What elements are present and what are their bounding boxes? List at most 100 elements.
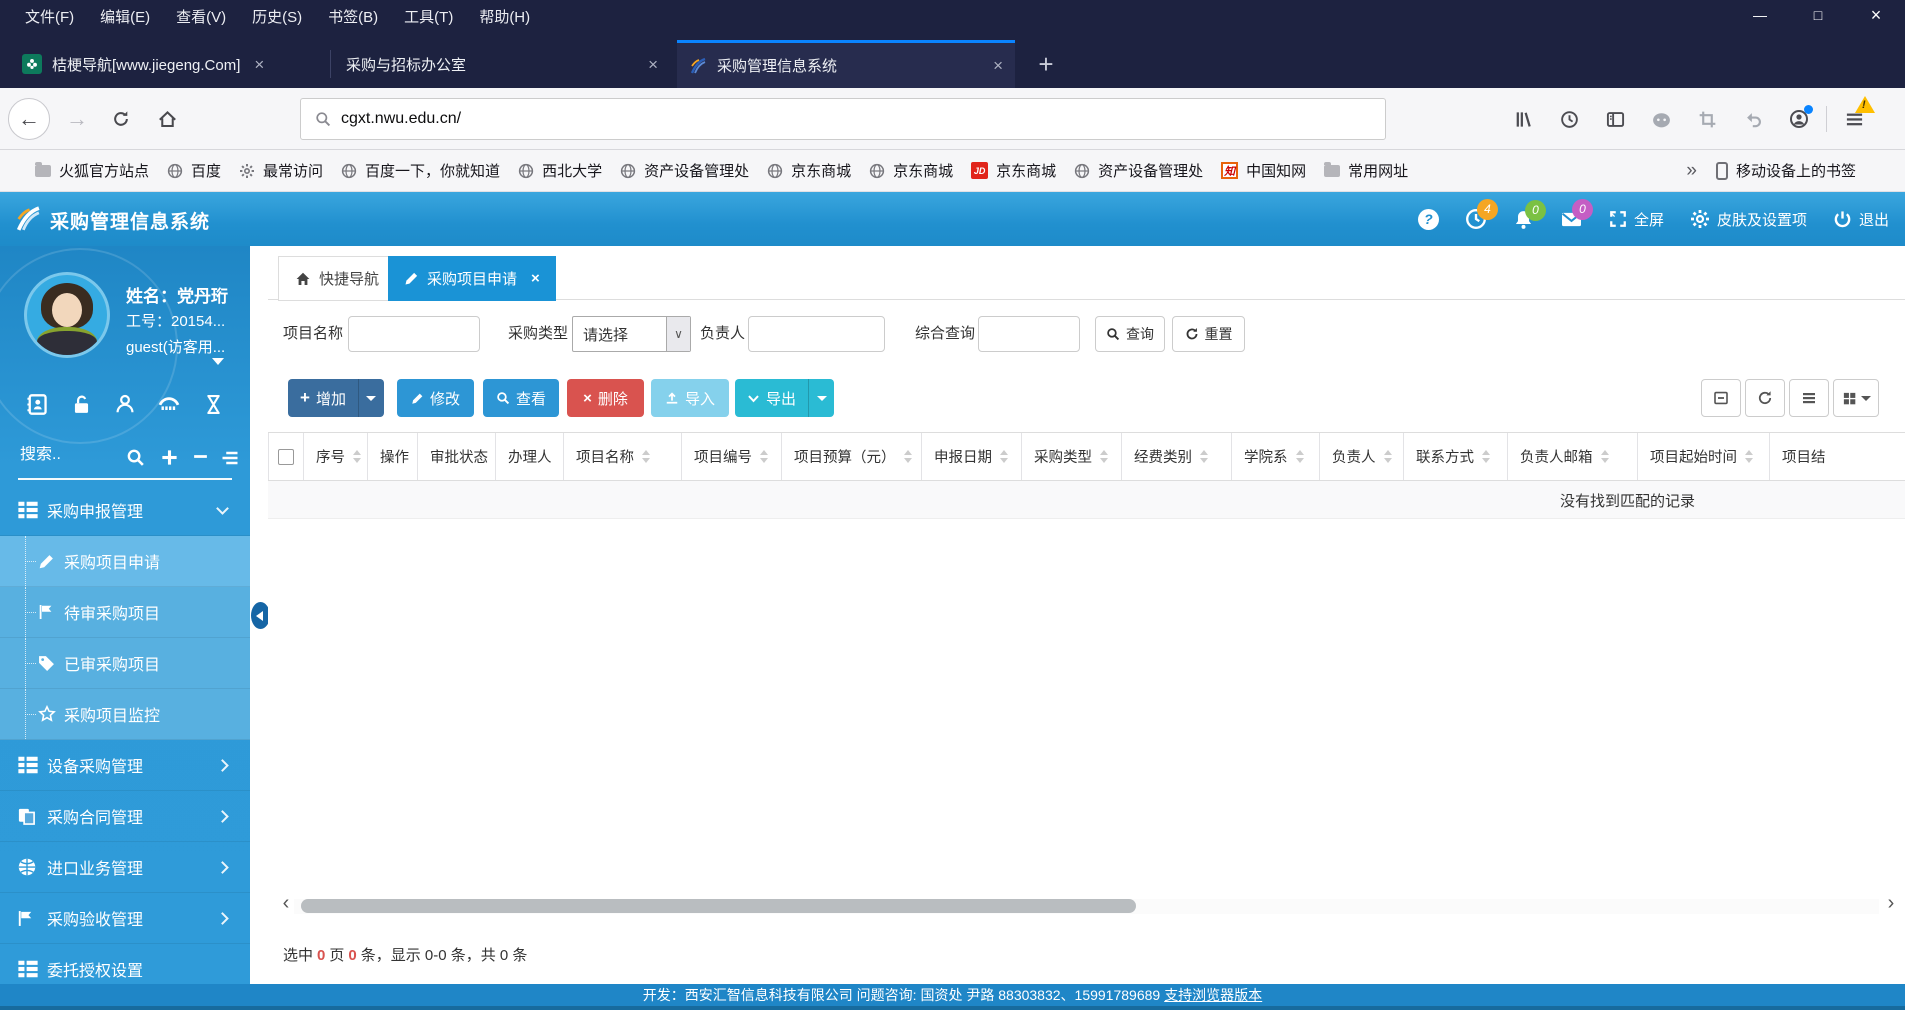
column-header[interactable]: 序号 bbox=[304, 433, 368, 480]
sort-icon[interactable] bbox=[353, 450, 361, 463]
sidebar-search-input[interactable] bbox=[20, 446, 116, 464]
url-bar[interactable] bbox=[300, 98, 1386, 140]
unlock-icon[interactable] bbox=[71, 392, 92, 416]
bookmark-item[interactable]: 西北大学 bbox=[509, 160, 611, 181]
edit-button[interactable]: 修改 bbox=[397, 379, 474, 417]
scroll-right-icon[interactable]: › bbox=[1881, 892, 1901, 915]
sort-icon[interactable] bbox=[1601, 450, 1609, 463]
column-header[interactable]: 负责人邮箱 bbox=[1508, 433, 1638, 480]
browser-tab-jiegeng[interactable]: 桔梗导航[www.jiegeng.Com] × bbox=[10, 40, 322, 88]
tab-quick-nav[interactable]: 快捷导航 bbox=[278, 256, 396, 301]
query-button[interactable]: 查询 bbox=[1095, 316, 1165, 352]
sort-icon[interactable] bbox=[1482, 450, 1490, 463]
home-button[interactable] bbox=[146, 98, 188, 140]
sort-icon[interactable] bbox=[760, 450, 768, 463]
window-minimize-button[interactable]: — bbox=[1731, 0, 1789, 32]
expand-all-icon[interactable] bbox=[160, 448, 179, 467]
sort-icon[interactable] bbox=[1296, 450, 1304, 463]
new-tab-button[interactable]: + bbox=[1028, 46, 1064, 82]
notifications-button[interactable]: 0 bbox=[1513, 209, 1534, 230]
avatar[interactable] bbox=[24, 272, 110, 358]
export-dropdown-button[interactable] bbox=[808, 379, 834, 417]
bookmarks-overflow-chevron[interactable]: » bbox=[1676, 160, 1707, 182]
sort-icon[interactable] bbox=[1384, 450, 1392, 463]
bookmark-item-mobile[interactable]: 移动设备上的书签 bbox=[1707, 160, 1865, 181]
add-button[interactable]: +增加 bbox=[288, 379, 358, 417]
menu-help[interactable]: 帮助(H) bbox=[466, 0, 543, 32]
sidebar-item-shebeicaigou[interactable]: 设备采购管理 bbox=[0, 740, 250, 791]
tab-close-icon[interactable]: × bbox=[531, 270, 540, 287]
sort-icon[interactable] bbox=[1200, 450, 1208, 463]
menu-history[interactable]: 历史(S) bbox=[239, 0, 315, 32]
bookmark-item[interactable]: 百度 bbox=[158, 160, 230, 181]
window-maximize-button[interactable]: □ bbox=[1789, 0, 1847, 32]
hourglass-icon[interactable] bbox=[203, 392, 224, 416]
column-header[interactable]: 项目结 bbox=[1770, 433, 1905, 480]
tab-close-icon[interactable]: × bbox=[648, 56, 658, 73]
sidebar-item-xiangmushenqing[interactable]: 采购项目申请 bbox=[0, 536, 250, 587]
reload-button[interactable] bbox=[100, 98, 142, 140]
chat-icon[interactable] bbox=[1638, 98, 1684, 140]
purchase-type-select[interactable]: 请选择 ∨ bbox=[572, 316, 691, 352]
bookmark-item[interactable]: 京东商城 bbox=[860, 160, 962, 181]
bookmark-item[interactable]: 资产设备管理处 bbox=[611, 160, 758, 181]
sidebar-toggle-icon[interactable] bbox=[1592, 98, 1638, 140]
tab-purchase-apply-active[interactable]: 采购项目申请 × bbox=[388, 256, 556, 301]
sort-icon[interactable] bbox=[642, 450, 650, 463]
sidebar-item-jiankong[interactable]: 采购项目监控 bbox=[0, 689, 250, 740]
window-close-button[interactable]: × bbox=[1847, 0, 1905, 32]
bookmark-item[interactable]: 最常访问 bbox=[230, 160, 332, 181]
browser-support-link[interactable]: 支持浏览器版本 bbox=[1164, 985, 1262, 1005]
menu-bookmarks[interactable]: 书签(B) bbox=[315, 0, 391, 32]
address-book-icon[interactable] bbox=[26, 392, 49, 416]
sort-icon[interactable] bbox=[1100, 450, 1108, 463]
sort-icon[interactable] bbox=[1000, 450, 1008, 463]
column-header[interactable]: 项目预算（元） bbox=[782, 433, 922, 480]
column-header[interactable]: 学院系 bbox=[1232, 433, 1320, 480]
menu-list-icon[interactable] bbox=[220, 448, 240, 468]
history-button[interactable]: 4 bbox=[1465, 208, 1487, 230]
column-header[interactable]: 负责人 bbox=[1320, 433, 1404, 480]
sidebar-item-daishen[interactable]: 待审采购项目 bbox=[0, 587, 250, 638]
sidebar-item-jinkouyewu[interactable]: 进口业务管理 bbox=[0, 842, 250, 893]
import-button[interactable]: 导入 bbox=[651, 379, 729, 417]
bookmark-item[interactable]: 火狐官方站点 bbox=[26, 160, 158, 181]
column-header[interactable]: 项目名称 bbox=[564, 433, 682, 480]
combined-query-input[interactable] bbox=[978, 316, 1080, 352]
bookmark-item[interactable]: 百度一下，你就知道 bbox=[332, 160, 509, 181]
delete-button[interactable]: × 删除 bbox=[567, 379, 644, 417]
sidebar-item-caigoushenbao[interactable]: 采购申报管理 bbox=[0, 485, 250, 536]
sidebar-item-hetongguanli[interactable]: 采购合同管理 bbox=[0, 791, 250, 842]
project-name-input[interactable] bbox=[348, 316, 480, 352]
logout-button[interactable]: 退出 bbox=[1833, 209, 1889, 230]
sidebar-item-yishen[interactable]: 已审采购项目 bbox=[0, 638, 250, 689]
help-button[interactable]: ? bbox=[1418, 209, 1439, 230]
search-icon[interactable] bbox=[126, 448, 145, 467]
tab-close-icon[interactable]: × bbox=[993, 57, 1003, 74]
column-header[interactable]: 联系方式 bbox=[1404, 433, 1508, 480]
select-all-checkbox[interactable] bbox=[278, 449, 294, 465]
settings-button[interactable]: 皮肤及设置项 bbox=[1690, 209, 1807, 230]
forward-button[interactable]: → bbox=[56, 98, 98, 140]
menu-tools[interactable]: 工具(T) bbox=[391, 0, 466, 32]
browser-tab-cgxt-active[interactable]: 采购管理信息系统 × bbox=[677, 40, 1015, 88]
user-icon[interactable] bbox=[114, 392, 136, 416]
columns-button[interactable] bbox=[1789, 379, 1829, 417]
manager-input[interactable] bbox=[748, 316, 885, 352]
paging-toggle-button[interactable] bbox=[1701, 379, 1741, 417]
browser-tab-zhaobiao[interactable]: 采购与招标办公室 × bbox=[334, 40, 670, 88]
refresh-button[interactable] bbox=[1745, 379, 1785, 417]
hamburger-menu-icon[interactable]: ! bbox=[1831, 98, 1877, 140]
screenshot-icon[interactable] bbox=[1684, 98, 1730, 140]
view-button[interactable]: 查看 bbox=[483, 379, 559, 417]
column-header[interactable]: 经费类别 bbox=[1122, 433, 1232, 480]
column-header[interactable]: 项目编号 bbox=[682, 433, 782, 480]
bookmark-item[interactable]: JD京东商城 bbox=[962, 160, 1065, 181]
undo-icon[interactable] bbox=[1730, 98, 1776, 140]
bookmark-item[interactable]: 京东商城 bbox=[758, 160, 860, 181]
scroll-left-icon[interactable]: ‹ bbox=[276, 892, 296, 915]
library-icon[interactable] bbox=[1500, 98, 1546, 140]
column-header[interactable]: 项目起始时间 bbox=[1638, 433, 1770, 480]
column-header[interactable]: 采购类型 bbox=[1022, 433, 1122, 480]
menu-view[interactable]: 查看(V) bbox=[163, 0, 239, 32]
